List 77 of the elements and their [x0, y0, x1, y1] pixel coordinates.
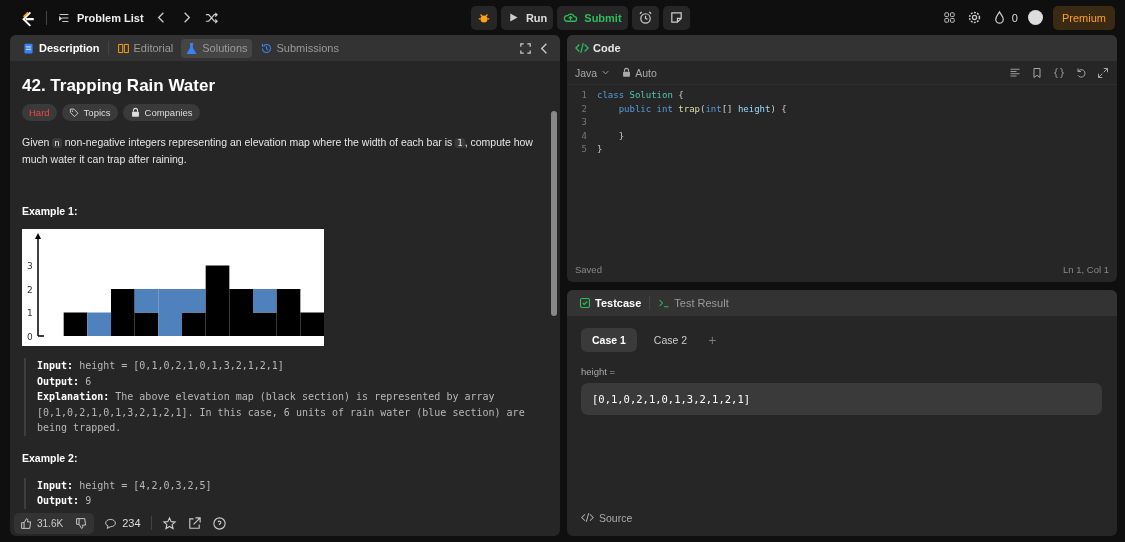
problem-statement: Given n non-negative integers representing an elevation map where the width of each bar is 1 , compute how much water it can trap after raining.	[22, 135, 534, 167]
code-line: }	[617, 129, 626, 143]
comments-button[interactable]: 234	[104, 516, 141, 530]
panel-tab[interactable]: Testcase	[575, 294, 646, 312]
auto-mode-toggle[interactable]: Auto	[621, 66, 657, 79]
save-status: Saved	[575, 263, 602, 275]
scrollbar-thumb[interactable]	[551, 111, 557, 316]
book-icon	[116, 41, 130, 55]
star-icon[interactable]	[161, 515, 177, 531]
axis-label: 0	[27, 331, 33, 342]
problem-list-button[interactable]: Problem List	[57, 10, 144, 25]
document-icon	[22, 41, 35, 55]
avatar[interactable]	[1028, 10, 1043, 25]
speech-bubble-icon	[104, 516, 118, 530]
panel-tab[interactable]: Description	[18, 38, 104, 58]
premium-button[interactable]: Premium	[1053, 5, 1115, 30]
companies-button[interactable]: Companies	[122, 104, 200, 121]
help-icon[interactable]	[211, 515, 227, 531]
thumbs-down-icon	[75, 516, 89, 530]
axis-label: 1	[27, 308, 33, 318]
notes-button[interactable]	[662, 5, 690, 30]
terminal-icon	[658, 297, 671, 309]
line-number: 4	[580, 129, 587, 143]
alarm-clock-icon	[637, 10, 653, 25]
tag-icon	[68, 107, 80, 118]
undo-icon[interactable]	[1075, 66, 1087, 79]
lock-icon	[129, 107, 141, 118]
line-number: 1	[580, 89, 587, 102]
grid-icon[interactable]	[941, 10, 957, 25]
history-icon	[259, 41, 273, 55]
example-block: Input: height = [0,1,0,2,1,0,1,3,2,1,2,1] Output: 6 Explanation: The above elevation map (black section) is represented by array [0,1,0,2,1,0,1,3,2,1,2,1]. In this case, 6 units of rain water (blue section) are being trapped.	[24, 358, 544, 436]
code-icon	[581, 511, 594, 524]
run-button[interactable]: Run	[500, 5, 554, 30]
code-icon	[575, 41, 589, 55]
align-left-icon[interactable]	[1009, 66, 1021, 79]
code-line: class Solution {	[597, 89, 685, 102]
bookmark-icon[interactable]	[1031, 66, 1043, 79]
debug-button[interactable]	[470, 5, 497, 30]
language-dropdown[interactable]: Java	[575, 66, 612, 79]
parameter-label: height =	[581, 366, 617, 377]
panel-tab[interactable]: Editorial	[112, 38, 178, 58]
case-tab[interactable]: Case 2	[642, 328, 699, 352]
submit-button[interactable]: Submit	[557, 5, 628, 30]
line-number: 3	[580, 116, 587, 129]
share-icon[interactable]	[186, 515, 202, 531]
line-number: 2	[580, 102, 587, 116]
example-heading: Example 1:	[22, 205, 79, 217]
axis-label: 3	[27, 261, 33, 271]
example-heading: Example 2:	[22, 451, 79, 464]
topics-button[interactable]: Topics	[61, 104, 118, 121]
streak-counter[interactable]: 0	[991, 10, 1018, 25]
checkbox-icon	[579, 297, 591, 309]
code-line: public int trap(int[] height) {	[617, 102, 787, 116]
note-icon	[668, 10, 684, 25]
settings-icon[interactable]	[966, 10, 982, 25]
flask-icon	[185, 41, 199, 55]
code-line: }	[597, 143, 604, 156]
input-field[interactable]: [0,1,0,2,1,0,1,3,2,1,2,1]	[581, 383, 1102, 415]
line-number: 5	[580, 143, 587, 156]
axis-label: 2	[27, 284, 33, 295]
problem-title: 42. Trapping Rain Water	[22, 76, 217, 96]
panel-tab[interactable]: Submissions	[255, 38, 343, 58]
panel-title: Code	[593, 42, 621, 54]
timer-button[interactable]	[631, 5, 659, 30]
expand-icon[interactable]	[1097, 66, 1109, 79]
braces-icon[interactable]	[1053, 66, 1065, 79]
shuffle-icon[interactable]	[203, 10, 219, 25]
fullscreen-icon[interactable]	[518, 40, 533, 56]
case-tab[interactable]: Case 1	[581, 328, 637, 352]
cursor-position: Ln 1, Col 1	[1063, 263, 1109, 275]
difficulty-badge: Hard	[22, 104, 57, 121]
lock-icon	[621, 67, 633, 78]
source-label[interactable]: Source	[599, 511, 633, 524]
example-block: Input: height = [4,2,0,3,2,5] Output: 9	[24, 477, 544, 509]
thumbs-up-icon	[20, 516, 33, 530]
panel-tab[interactable]: Test Result	[654, 294, 733, 312]
cloud-upload-icon	[563, 10, 579, 25]
